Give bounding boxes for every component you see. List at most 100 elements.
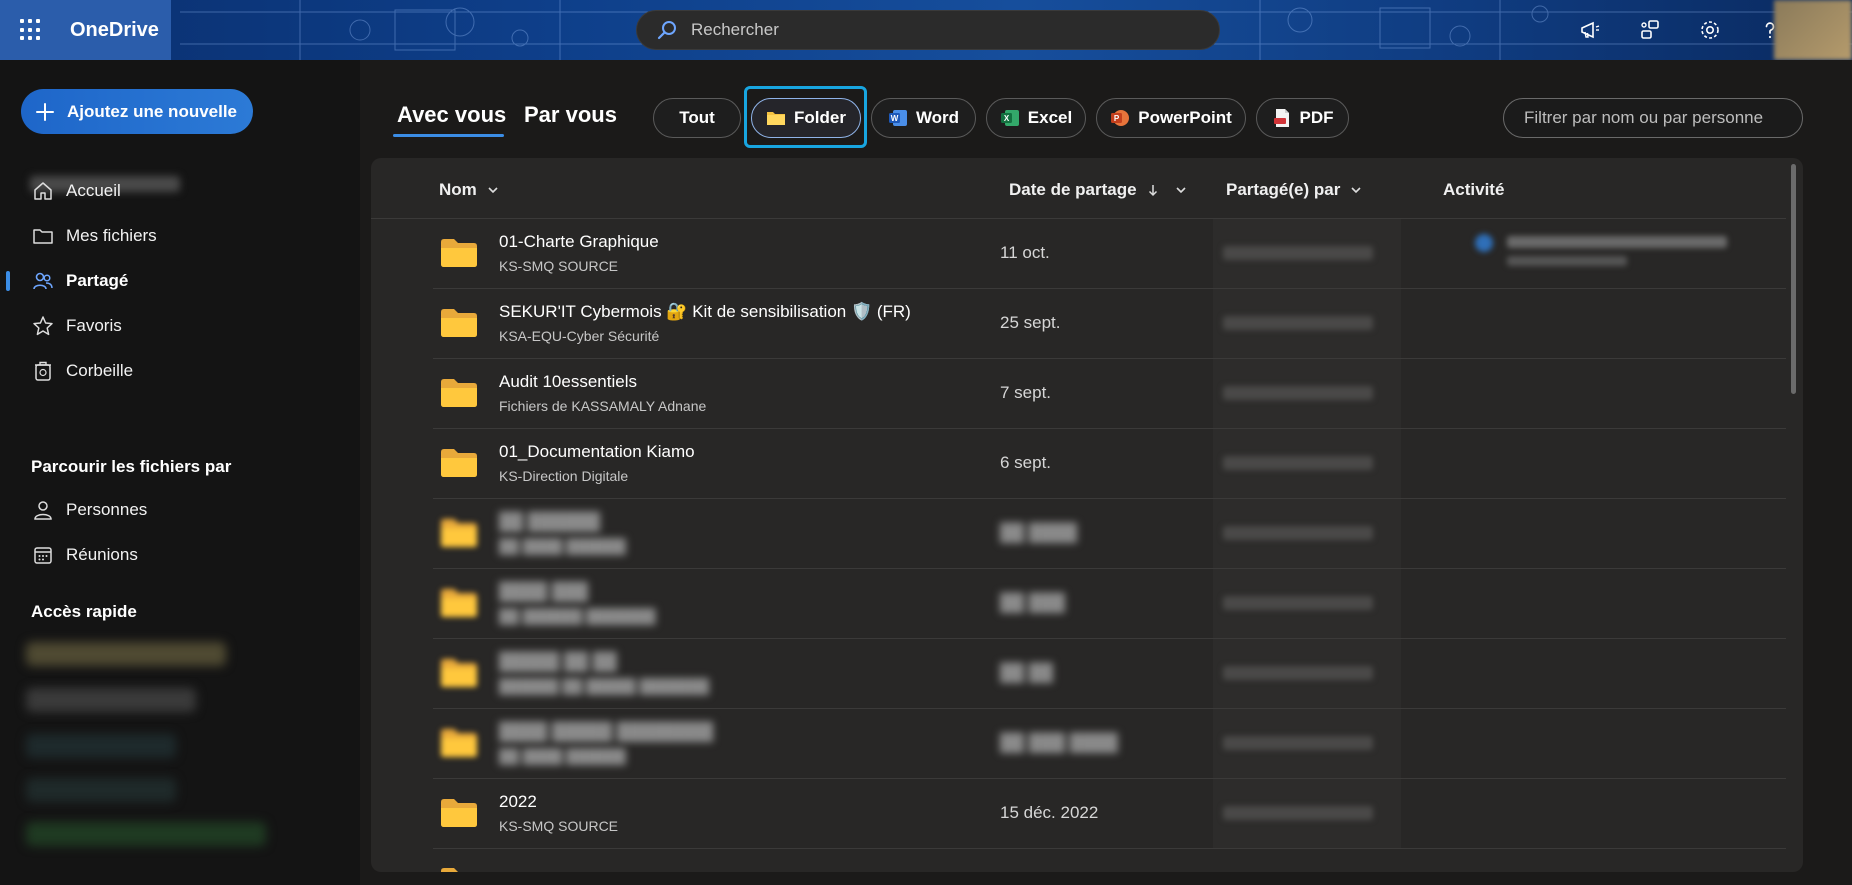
quick-access-item[interactable] <box>26 822 266 846</box>
tab-shared-by-you[interactable]: Par vous <box>524 102 617 128</box>
file-location: Fichiers de KASSAMALY Adnane <box>499 398 707 414</box>
pdf-icon <box>1272 108 1292 128</box>
quick-access-item[interactable] <box>26 778 176 802</box>
table-row[interactable]: ████ █████ ████████ ██ ████ ██████ ██ ███ … <box>433 709 1786 779</box>
recycle-bin-icon <box>32 360 54 382</box>
filter-word-label: Word <box>915 108 960 127</box>
tab-shared-with-you[interactable]: Avec vous <box>397 102 506 128</box>
sidebar-item-people[interactable]: Personnes <box>0 490 340 530</box>
sidebar-item-recycle-bin[interactable]: Corbeille <box>0 351 340 391</box>
sidebar-item-shared[interactable]: Partagé <box>0 261 340 301</box>
chevron-down-icon <box>488 187 498 194</box>
folder-icon <box>441 449 477 477</box>
home-icon <box>32 180 54 202</box>
gear-icon[interactable] <box>1680 0 1740 60</box>
column-header-date[interactable]: Date de partage <box>1009 180 1187 200</box>
sidebar-item-label: Partagé <box>66 271 129 290</box>
filter-folder-button[interactable]: Folder <box>751 98 861 138</box>
sidebar-item-favorites[interactable]: Favoris <box>0 306 340 346</box>
filter-by-name-input[interactable]: Filtrer par nom ou par personne <box>1503 98 1803 138</box>
table-row[interactable]: 01_Documentation Kiamo KS-Direction Digit… <box>433 429 1786 499</box>
share-date: 25 sept. <box>1000 313 1061 332</box>
filter-all-button[interactable]: Tout <box>653 98 741 138</box>
share-date: ██ ███ <box>1000 593 1065 612</box>
folder-icon <box>441 379 477 407</box>
share-network-icon[interactable] <box>1620 0 1680 60</box>
share-date: 6 sept. <box>1000 453 1052 472</box>
column-header-label: Nom <box>439 180 477 199</box>
search-input[interactable]: Rechercher <box>691 20 779 40</box>
file-name[interactable]: 2022 <box>499 792 537 812</box>
column-header-name[interactable]: Nom <box>439 180 499 200</box>
sort-descending-icon <box>1148 185 1157 197</box>
table-row[interactable]: 2022 KS-SMQ SOURCE 15 déc. 2022 <box>433 779 1786 849</box>
search-icon <box>657 21 676 40</box>
svg-text:P: P <box>1114 114 1120 123</box>
table-row[interactable]: ██ ██████ ██ ████ ██████ ██ ████ <box>433 499 1786 569</box>
file-name[interactable]: Audit 10essentiels <box>499 372 637 392</box>
excel-icon: X <box>1000 108 1020 128</box>
search-box[interactable]: Rechercher <box>636 10 1220 50</box>
sidebar-item-label: Personnes <box>66 500 148 519</box>
chevron-down-icon <box>1175 187 1186 194</box>
file-name[interactable]: ██ ██████ <box>499 512 600 532</box>
top-icons <box>1560 0 1800 60</box>
share-date: 15 déc. 2022 <box>1000 803 1099 822</box>
filter-powerpoint-button[interactable]: P PowerPoint <box>1096 98 1246 138</box>
file-name[interactable]: ████ █████ ████████ <box>499 722 713 742</box>
share-date: ██ ████ <box>1000 523 1077 542</box>
add-new-button[interactable]: Ajoutez une nouvelle <box>21 89 253 134</box>
folder-icon <box>441 659 477 687</box>
table-row-partial[interactable] <box>433 848 1786 872</box>
folder-icon <box>441 868 474 872</box>
quick-access-title: Accès rapide <box>31 602 137 621</box>
file-location: ██ ██████ ███████ <box>499 608 656 624</box>
folder-icon <box>441 799 477 827</box>
filter-folder-label: Folder <box>794 108 846 127</box>
folder-icon <box>441 309 477 337</box>
folder-icon <box>441 589 477 617</box>
shared-by-redacted <box>1213 289 1401 358</box>
table-row[interactable]: █████ ██ ██ ██████ ██ █████ ███████ ██ ██ <box>433 639 1786 709</box>
filter-pdf-button[interactable]: PDF <box>1256 98 1349 138</box>
quick-access-item[interactable] <box>26 642 226 666</box>
sidebar-item-label: Mes fichiers <box>66 226 157 245</box>
sidebar-item-meetings[interactable]: Réunions <box>0 535 340 575</box>
app-launcher-icon[interactable] <box>20 19 42 41</box>
filter-word-button[interactable]: W Word <box>871 98 976 138</box>
account-avatar[interactable] <box>1774 0 1852 60</box>
file-name[interactable]: █████ ██ ██ <box>499 652 617 672</box>
file-name[interactable]: 01-Charte Graphique <box>499 232 659 252</box>
word-icon: W <box>888 108 908 128</box>
app-title[interactable]: OneDrive <box>70 19 159 42</box>
file-name[interactable]: ████ ███ <box>499 582 588 602</box>
table-row[interactable]: 01-Charte Graphique KS-SMQ SOURCE 11 oct. <box>433 219 1786 289</box>
sidebar-item-label: Réunions <box>66 545 138 564</box>
folder-icon <box>441 519 477 547</box>
table-row[interactable]: SEKUR'IT Cybermois 🔐 Kit de sensibilisat… <box>433 289 1786 359</box>
file-name[interactable]: SEKUR'IT Cybermois 🔐 Kit de sensibilisat… <box>499 302 911 322</box>
sidebar-item-home[interactable]: Accueil <box>0 171 340 211</box>
filter-excel-button[interactable]: X Excel <box>986 98 1086 138</box>
svg-text:W: W <box>891 114 899 123</box>
column-header-shared-by[interactable]: Partagé(e) par <box>1226 180 1362 200</box>
browse-section-title: Parcourir les fichiers par <box>31 457 232 476</box>
person-icon <box>32 499 54 521</box>
powerpoint-icon: P <box>1110 108 1130 128</box>
file-name[interactable]: 01_Documentation Kiamo <box>499 442 695 462</box>
shared-by-redacted <box>1213 499 1401 568</box>
sidebar-item-label: Favoris <box>66 316 122 335</box>
table-row[interactable]: ████ ███ ██ ██████ ███████ ██ ███ <box>433 569 1786 639</box>
chevron-down-icon <box>1351 187 1361 194</box>
file-location: KS-SMQ SOURCE <box>499 258 619 274</box>
file-location: KS-Direction Digitale <box>499 468 629 484</box>
sidebar-item-my-files[interactable]: Mes fichiers <box>0 216 340 256</box>
quick-access-item[interactable] <box>26 688 196 712</box>
announcement-icon[interactable] <box>1560 0 1620 60</box>
quick-access-item[interactable] <box>26 734 176 758</box>
file-location: ██ ████ ██████ <box>499 748 626 764</box>
scrollbar[interactable] <box>1791 164 1796 394</box>
table-row[interactable]: Audit 10essentiels Fichiers de KASSAMALY … <box>433 359 1786 429</box>
calendar-icon <box>32 544 54 566</box>
file-location: ██████ ██ █████ ███████ <box>499 678 710 694</box>
